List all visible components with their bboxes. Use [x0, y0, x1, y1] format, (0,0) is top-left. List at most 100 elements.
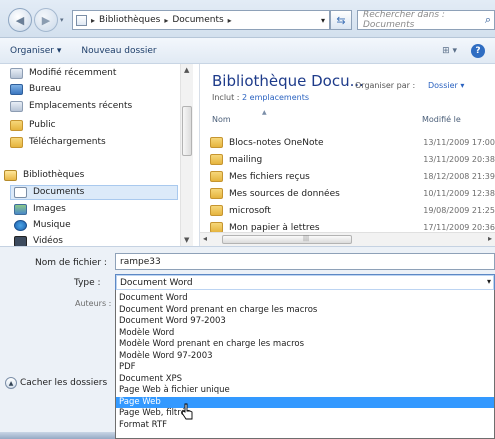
nav-item-label: Bureau [29, 84, 62, 94]
column-header-modified[interactable]: Modifié le [422, 115, 461, 124]
videos-icon [14, 236, 27, 246]
nav-item-documents[interactable]: Documents [14, 187, 84, 198]
file-type-option[interactable]: Modèle Word 97-2003 [116, 351, 494, 362]
file-type-option[interactable]: Document Word prenant en charge les macr… [116, 305, 494, 316]
library-title: Bibliothèque Docu... [212, 72, 364, 90]
scroll-thumb[interactable]: ||| [222, 235, 352, 244]
file-type-option[interactable]: PDF [116, 362, 494, 373]
arrange-by-dropdown[interactable]: Dossier ▾ [428, 81, 464, 90]
file-type-option[interactable]: Page Web à fichier unique [116, 385, 494, 396]
nav-item-images[interactable]: Images [14, 204, 66, 215]
arrange-by-label: Organiser par : [355, 81, 416, 90]
nav-item-downloads[interactable]: Téléchargements [10, 137, 106, 148]
chevron-down-icon[interactable]: ▾ [321, 16, 325, 25]
column-header-name[interactable]: Nom [212, 115, 231, 124]
search-input[interactable]: Rechercher dans : Documents ⌕ [357, 10, 495, 30]
file-type-option[interactable]: Modèle Word prenant en charge les macros [116, 339, 494, 350]
scroll-right-icon[interactable]: ▸ [488, 234, 492, 243]
nav-item-label: Bibliothèques [23, 170, 85, 180]
navigation-pane: Modifié récemment Bureau Emplacements ré… [0, 64, 200, 246]
scroll-thumb[interactable] [182, 106, 192, 156]
authors-label: Auteurs : [75, 299, 112, 308]
file-type-option[interactable]: Document Word 97-2003 [116, 316, 494, 327]
command-toolbar: Organiser ▾ Nouveau dossier ⊞ ▾ ? [0, 38, 495, 64]
file-type-option[interactable]: Document XPS [116, 374, 494, 385]
desktop-icon [10, 84, 23, 95]
file-type-dropdown-list[interactable]: Document Word Document Word prenant en ch… [115, 290, 495, 439]
file-name: microsoft [229, 205, 271, 216]
nav-item-recent[interactable]: Modifié récemment [10, 68, 116, 79]
nav-item-music[interactable]: Musique [14, 220, 71, 231]
file-type-option[interactable]: Format RTF [116, 420, 494, 431]
scroll-left-icon[interactable]: ◂ [203, 234, 207, 243]
file-row[interactable]: microsoft 19/08/2009 21:25 [210, 203, 495, 218]
includes-link[interactable]: 2 emplacements [242, 93, 309, 102]
file-date: 10/11/2009 12:38 [423, 189, 495, 198]
forward-button[interactable]: ▶ [34, 8, 58, 32]
search-icon[interactable]: ⌕ [485, 13, 491, 27]
filename-input[interactable]: rampe33 [115, 253, 495, 270]
chevron-right-icon[interactable]: ▸ [228, 16, 232, 25]
file-row[interactable]: Mes fichiers reçus 18/12/2008 21:39 [210, 169, 495, 184]
back-button[interactable]: ◀ [8, 8, 32, 32]
new-folder-button[interactable]: Nouveau dossier [71, 46, 166, 56]
file-type-option[interactable]: Modèle Word [116, 328, 494, 339]
address-bar: ◀ ▶ ▾ ▸ Bibliothèques ▸ Documents ▸ ▾ ⇆ … [0, 0, 495, 38]
breadcrumb[interactable]: ▸ Bibliothèques ▸ Documents ▸ ▾ [72, 10, 330, 30]
collapse-icon: ▲ [5, 377, 17, 389]
file-row[interactable]: Mes sources de données 10/11/2009 12:38 [210, 186, 495, 201]
hide-folders-label: Cacher les dossiers [20, 378, 108, 388]
nav-scrollbar[interactable]: ▲ ▼ [180, 64, 193, 246]
file-name: Mes fichiers reçus [229, 171, 310, 182]
recent-pages-dropdown[interactable]: ▾ [60, 16, 64, 24]
hand-cursor-icon [181, 403, 193, 420]
data-sources-folder-icon [210, 188, 223, 199]
scroll-down-icon[interactable]: ▼ [184, 236, 189, 244]
folder-icon [210, 171, 223, 182]
organize-button[interactable]: Organiser ▾ [0, 46, 71, 56]
refresh-button[interactable]: ⇆ [330, 10, 352, 30]
chevron-right-icon[interactable]: ▸ [91, 16, 95, 25]
back-arrow-icon: ◀ [15, 13, 25, 27]
horizontal-scrollbar[interactable]: ◂ ||| ▸ [200, 232, 495, 246]
scroll-up-icon[interactable]: ▲ [184, 66, 189, 74]
breadcrumb-item[interactable]: Documents [172, 15, 223, 25]
folder-icon [10, 120, 23, 131]
libraries-icon [4, 170, 17, 181]
file-date: 19/08/2009 21:25 [423, 206, 495, 215]
file-type-option[interactable]: Page Web [116, 396, 494, 408]
refresh-icon: ⇆ [336, 13, 346, 27]
nav-item-label: Images [33, 204, 66, 214]
library-icon [76, 14, 87, 26]
nav-item-label: Musique [33, 220, 71, 230]
nav-item-public[interactable]: Public [10, 120, 56, 131]
help-icon[interactable]: ? [471, 43, 485, 58]
folder-icon [210, 137, 223, 148]
breadcrumb-item[interactable]: Bibliothèques [99, 15, 160, 25]
music-icon [14, 220, 27, 231]
recent-places-icon [10, 101, 23, 112]
chevron-down-icon[interactable]: ▾ [487, 277, 491, 286]
nav-item-libraries[interactable]: Bibliothèques [4, 170, 84, 181]
file-type-option[interactable]: Document Word [116, 293, 494, 304]
nav-item-recent-places[interactable]: Emplacements récents [10, 101, 132, 112]
includes-label: Inclut : [212, 93, 240, 102]
nav-item-label: Téléchargements [29, 137, 106, 147]
file-row[interactable]: Blocs-notes OneNote 13/11/2009 17:00 [210, 135, 495, 150]
documents-icon [14, 187, 27, 198]
file-list-pane: Bibliothèque Docu... Inclut : 2 emplacem… [200, 64, 495, 246]
file-date: 13/11/2009 20:38 [423, 155, 495, 164]
file-row[interactable]: mailing 13/11/2009 20:38 [210, 152, 495, 167]
file-type-select[interactable]: Document Word ▾ [115, 274, 495, 291]
nav-item-label: Vidéos [33, 236, 63, 246]
nav-item-label: Public [29, 120, 56, 130]
nav-item-videos[interactable]: Vidéos [14, 236, 63, 246]
sort-ascending-icon: ▲ [262, 109, 267, 116]
images-icon [14, 204, 27, 215]
file-type-option[interactable]: Page Web, filtrée [116, 408, 494, 419]
type-label: Type : [74, 278, 101, 288]
nav-item-desktop[interactable]: Bureau [10, 84, 61, 95]
hide-folders-button[interactable]: ▲ Cacher les dossiers [5, 377, 107, 389]
view-options-button[interactable]: ⊞ ▾ [442, 46, 457, 56]
chevron-right-icon[interactable]: ▸ [164, 16, 168, 25]
